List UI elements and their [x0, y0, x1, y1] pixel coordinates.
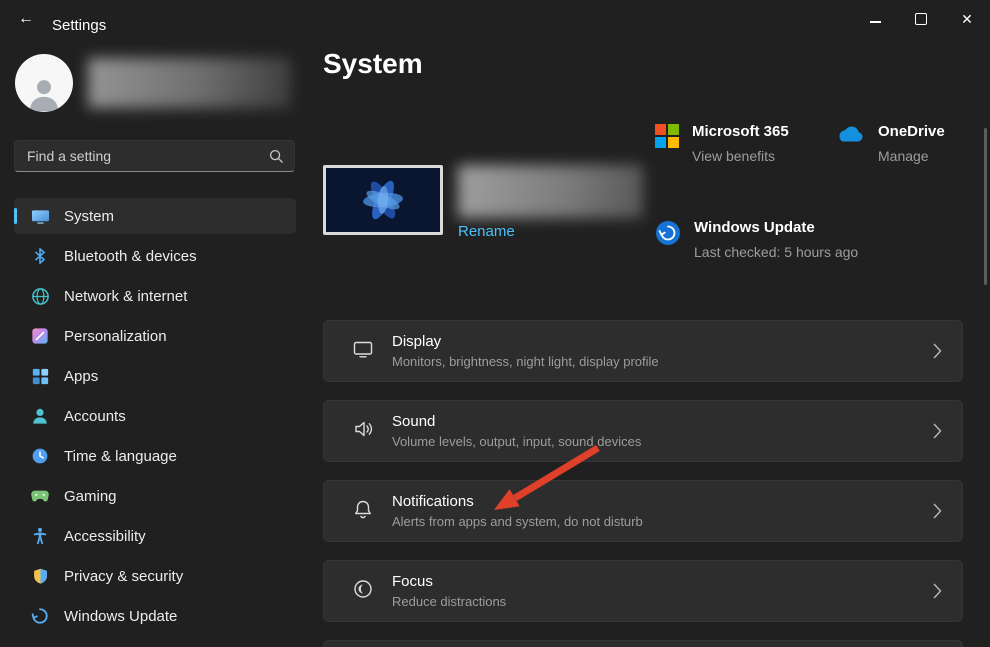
scrollbar-thumb[interactable]	[984, 128, 987, 285]
sidebar-item-time-language[interactable]: Time & language	[14, 438, 296, 474]
card-display[interactable]: Display Monitors, brightness, night ligh…	[323, 320, 963, 382]
card-subtitle: Reduce distractions	[392, 594, 507, 609]
sidebar-item-windows-update[interactable]: Windows Update	[14, 598, 296, 634]
user-avatar	[15, 54, 73, 112]
system-icon	[30, 206, 50, 226]
person-icon	[29, 80, 59, 112]
sidebar: System Bluetooth & devices	[0, 40, 310, 647]
card-title: Sound	[392, 413, 436, 430]
sidebar-item-privacy-security[interactable]: Privacy & security	[14, 558, 296, 594]
chevron-right-icon	[933, 583, 942, 599]
settings-window: ← Settings ✕ Find a setting System Bluet…	[0, 0, 990, 647]
quick-link-onedrive: OneDrive Manage	[835, 122, 945, 166]
paintbrush-icon	[30, 326, 50, 346]
back-icon: ←	[18, 10, 34, 27]
quick-links: Microsoft 365 View benefits OneDrive Man…	[655, 122, 990, 342]
sidebar-item-label: Bluetooth & devices	[64, 247, 197, 265]
sidebar-item-personalization[interactable]: Personalization	[14, 318, 296, 354]
sidebar-item-label: Network & internet	[64, 287, 188, 305]
chevron-right-icon	[933, 423, 942, 439]
account-person-icon	[30, 406, 50, 426]
chevron-right-icon	[933, 343, 942, 359]
view-benefits-link[interactable]: View benefits	[692, 146, 789, 166]
card-title: Focus	[392, 573, 433, 590]
user-name-redacted	[88, 58, 291, 108]
search-box[interactable]	[14, 140, 295, 172]
sidebar-item-label: Privacy & security	[64, 567, 184, 585]
quick-link-windows-update: Windows Update Last checked: 5 hours ago	[655, 218, 866, 262]
speaker-icon	[352, 418, 374, 445]
apps-grid-icon	[30, 366, 50, 386]
card-sound[interactable]: Sound Volume levels, output, input, soun…	[323, 400, 963, 462]
sidebar-item-label: Time & language	[64, 447, 177, 465]
window-controls: ✕	[852, 0, 990, 38]
page-title: System	[323, 48, 423, 79]
sidebar-item-network-internet[interactable]: Network & internet	[14, 278, 296, 314]
clock-icon	[30, 446, 50, 466]
device-wallpaper-thumbnail	[323, 165, 443, 235]
card-focus[interactable]: Focus Reduce distractions	[323, 560, 963, 622]
rename-link[interactable]: Rename	[458, 223, 515, 240]
accessibility-person-icon	[30, 526, 50, 546]
card-title: Display	[392, 333, 442, 350]
window-title: Settings	[52, 17, 107, 34]
focus-icon	[352, 578, 374, 605]
manage-link[interactable]: Manage	[878, 146, 945, 166]
sidebar-item-bluetooth-devices[interactable]: Bluetooth & devices	[14, 238, 296, 274]
sidebar-item-accounts[interactable]: Accounts	[14, 398, 296, 434]
globe-icon	[30, 286, 50, 306]
user-profile	[15, 54, 291, 112]
quick-link-title: Windows Update	[694, 219, 815, 236]
game-controller-icon	[30, 486, 50, 506]
back-button[interactable]: ←	[8, 3, 44, 35]
main-content: System Rename Microsoft 365 View benefit…	[310, 40, 990, 647]
minimize-button[interactable]	[852, 0, 898, 38]
titlebar: ← Settings ✕	[0, 0, 990, 40]
card-subtitle: Alerts from apps and system, do not dist…	[392, 514, 643, 529]
quick-link-title: Microsoft 365	[692, 123, 789, 140]
bluetooth-icon	[30, 246, 50, 266]
onedrive-cloud-icon	[835, 124, 865, 149]
card-subtitle: Monitors, brightness, night light, displ…	[392, 354, 659, 369]
shield-icon	[30, 566, 50, 586]
sidebar-item-label: Gaming	[64, 487, 117, 505]
microsoft-logo-icon	[655, 124, 679, 148]
maximize-icon	[915, 13, 927, 25]
settings-cards: Display Monitors, brightness, night ligh…	[323, 320, 963, 647]
search-input[interactable]	[25, 147, 269, 165]
card-subtitle: Volume levels, output, input, sound devi…	[392, 434, 642, 449]
sidebar-nav: System Bluetooth & devices Network & int…	[0, 198, 310, 638]
close-icon: ✕	[961, 11, 973, 27]
sidebar-item-gaming[interactable]: Gaming	[14, 478, 296, 514]
bell-icon	[352, 498, 374, 525]
device-meta: Rename	[458, 165, 643, 241]
sidebar-item-label: System	[64, 207, 115, 225]
update-arrows-icon	[30, 606, 50, 626]
windows-update-icon	[655, 220, 681, 251]
close-button[interactable]: ✕	[944, 0, 990, 38]
minimize-icon	[869, 21, 881, 23]
quick-link-title: OneDrive	[878, 123, 945, 140]
card-partial[interactable]	[323, 640, 963, 647]
sidebar-item-label: Personalization	[64, 327, 167, 345]
sidebar-item-system[interactable]: System	[14, 198, 296, 234]
search-icon[interactable]	[269, 149, 284, 164]
sidebar-item-label: Accounts	[64, 407, 126, 425]
maximize-button[interactable]	[898, 0, 944, 38]
device-name-redacted	[458, 165, 643, 218]
card-title: Notifications	[392, 493, 474, 510]
sidebar-item-label: Apps	[64, 367, 99, 385]
quick-link-microsoft-365: Microsoft 365 View benefits	[655, 122, 789, 166]
sidebar-item-accessibility[interactable]: Accessibility	[14, 518, 296, 554]
card-notifications[interactable]: Notifications Alerts from apps and syste…	[323, 480, 963, 542]
sidebar-item-apps[interactable]: Apps	[14, 358, 296, 394]
chevron-right-icon	[933, 503, 942, 519]
display-icon	[352, 338, 374, 365]
last-checked-status: Last checked: 5 hours ago	[694, 244, 859, 260]
sidebar-item-label: Windows Update	[64, 607, 178, 625]
device-section: Rename	[323, 165, 643, 241]
sidebar-item-label: Accessibility	[64, 527, 146, 545]
